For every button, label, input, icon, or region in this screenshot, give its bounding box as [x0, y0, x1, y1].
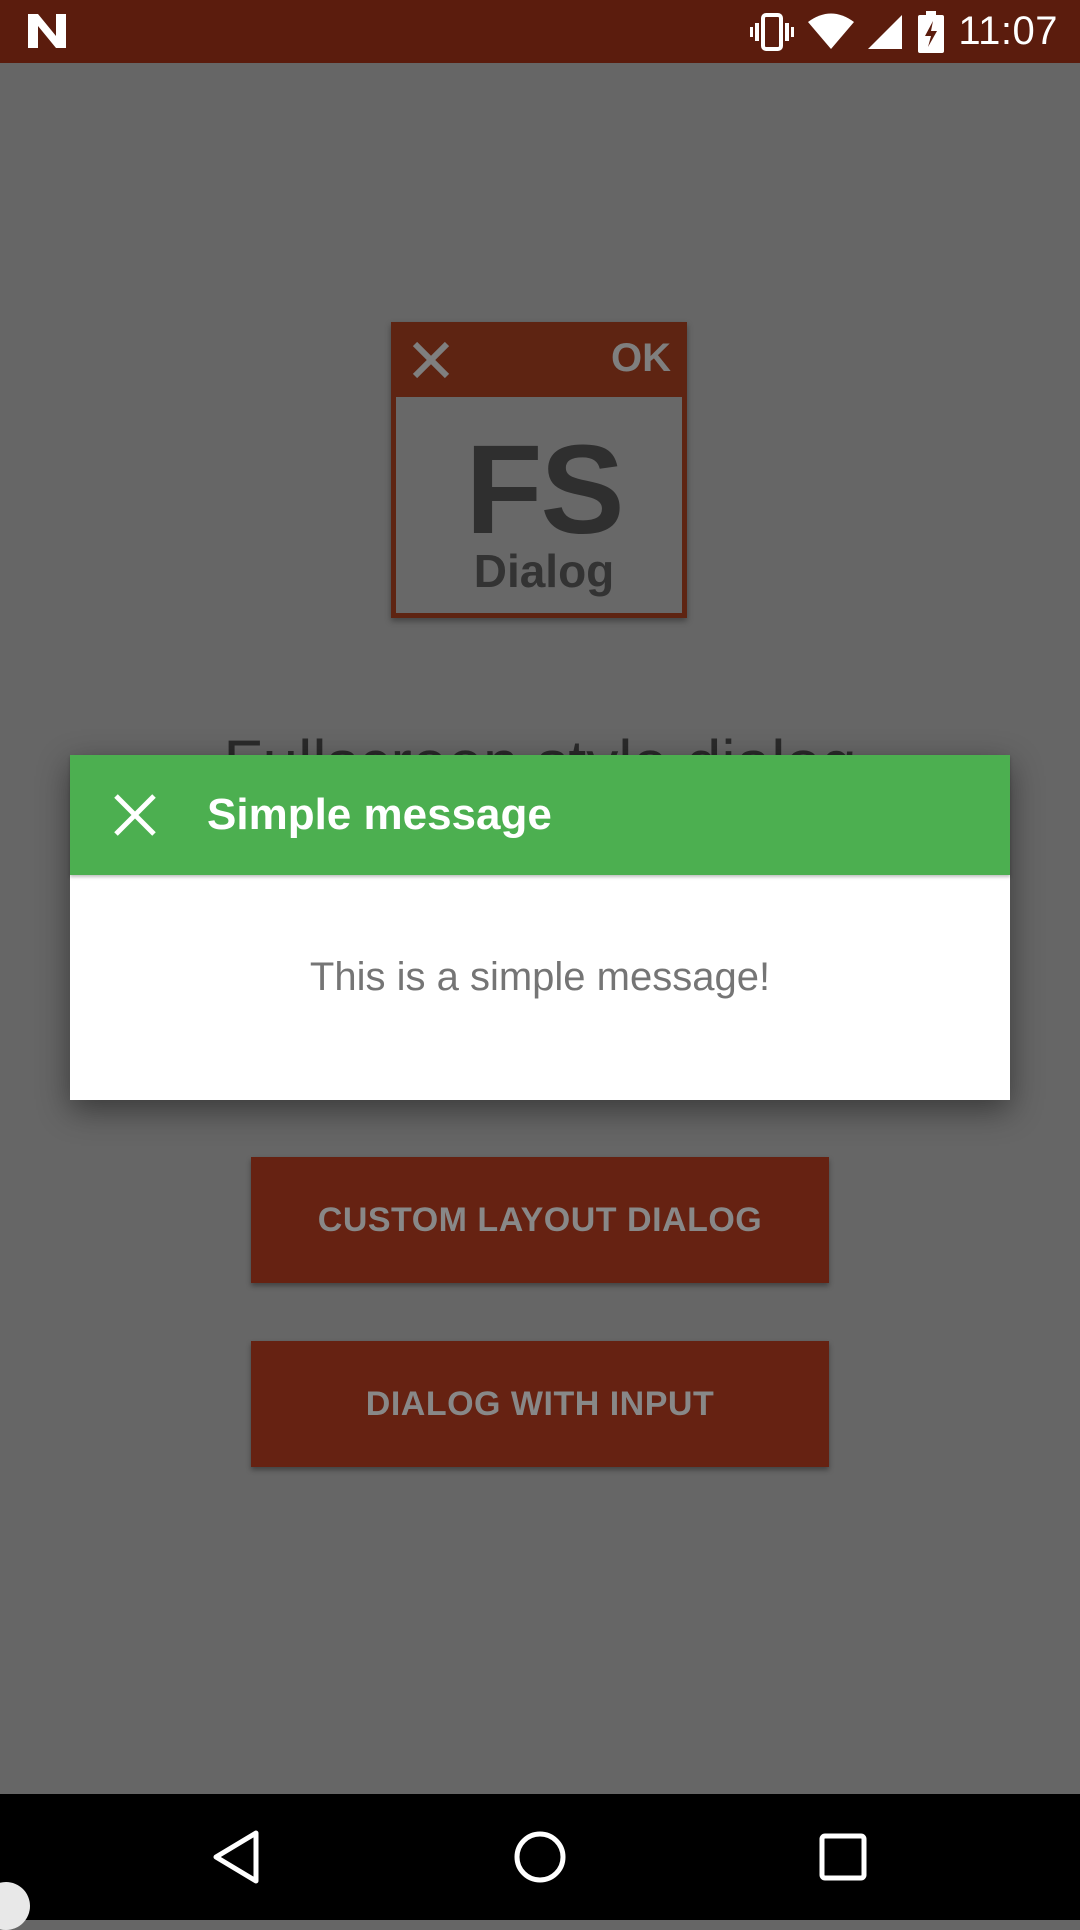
logo-ok-label: OK	[611, 336, 671, 380]
home-icon[interactable]	[510, 1827, 570, 1887]
simple-message-dialog: Simple message This is a simple message!	[70, 755, 1010, 1100]
status-time: 11:07	[958, 9, 1058, 53]
dialog-message: This is a simple message!	[309, 955, 771, 999]
dialog-header: Simple message	[70, 755, 1010, 875]
signal-icon	[868, 14, 903, 49]
logo-header: OK	[391, 322, 687, 397]
dialog-title: Simple message	[207, 790, 552, 839]
vibrate-icon	[750, 12, 795, 51]
status-bar: 11:07	[0, 0, 1080, 63]
custom-layout-dialog-button[interactable]: CUSTOM LAYOUT DIALOG	[251, 1157, 829, 1283]
app-logo: OK FS Dialog	[391, 322, 687, 618]
logo-fs-text: FS	[465, 419, 624, 560]
navigation-bar	[0, 1794, 1080, 1920]
status-icons: 11:07	[750, 0, 1058, 63]
logo-dialog-text: Dialog	[473, 545, 615, 597]
wifi-icon	[808, 13, 855, 49]
close-icon	[412, 341, 450, 379]
logo-body: FS Dialog	[391, 397, 687, 618]
battery-charging-icon	[918, 10, 945, 53]
dialog-with-input-button[interactable]: DIALOG WITH INPUT	[251, 1341, 829, 1467]
n-logo-icon	[28, 14, 66, 48]
recents-icon[interactable]	[813, 1827, 873, 1887]
close-icon[interactable]	[110, 790, 160, 840]
back-icon[interactable]	[206, 1827, 266, 1887]
